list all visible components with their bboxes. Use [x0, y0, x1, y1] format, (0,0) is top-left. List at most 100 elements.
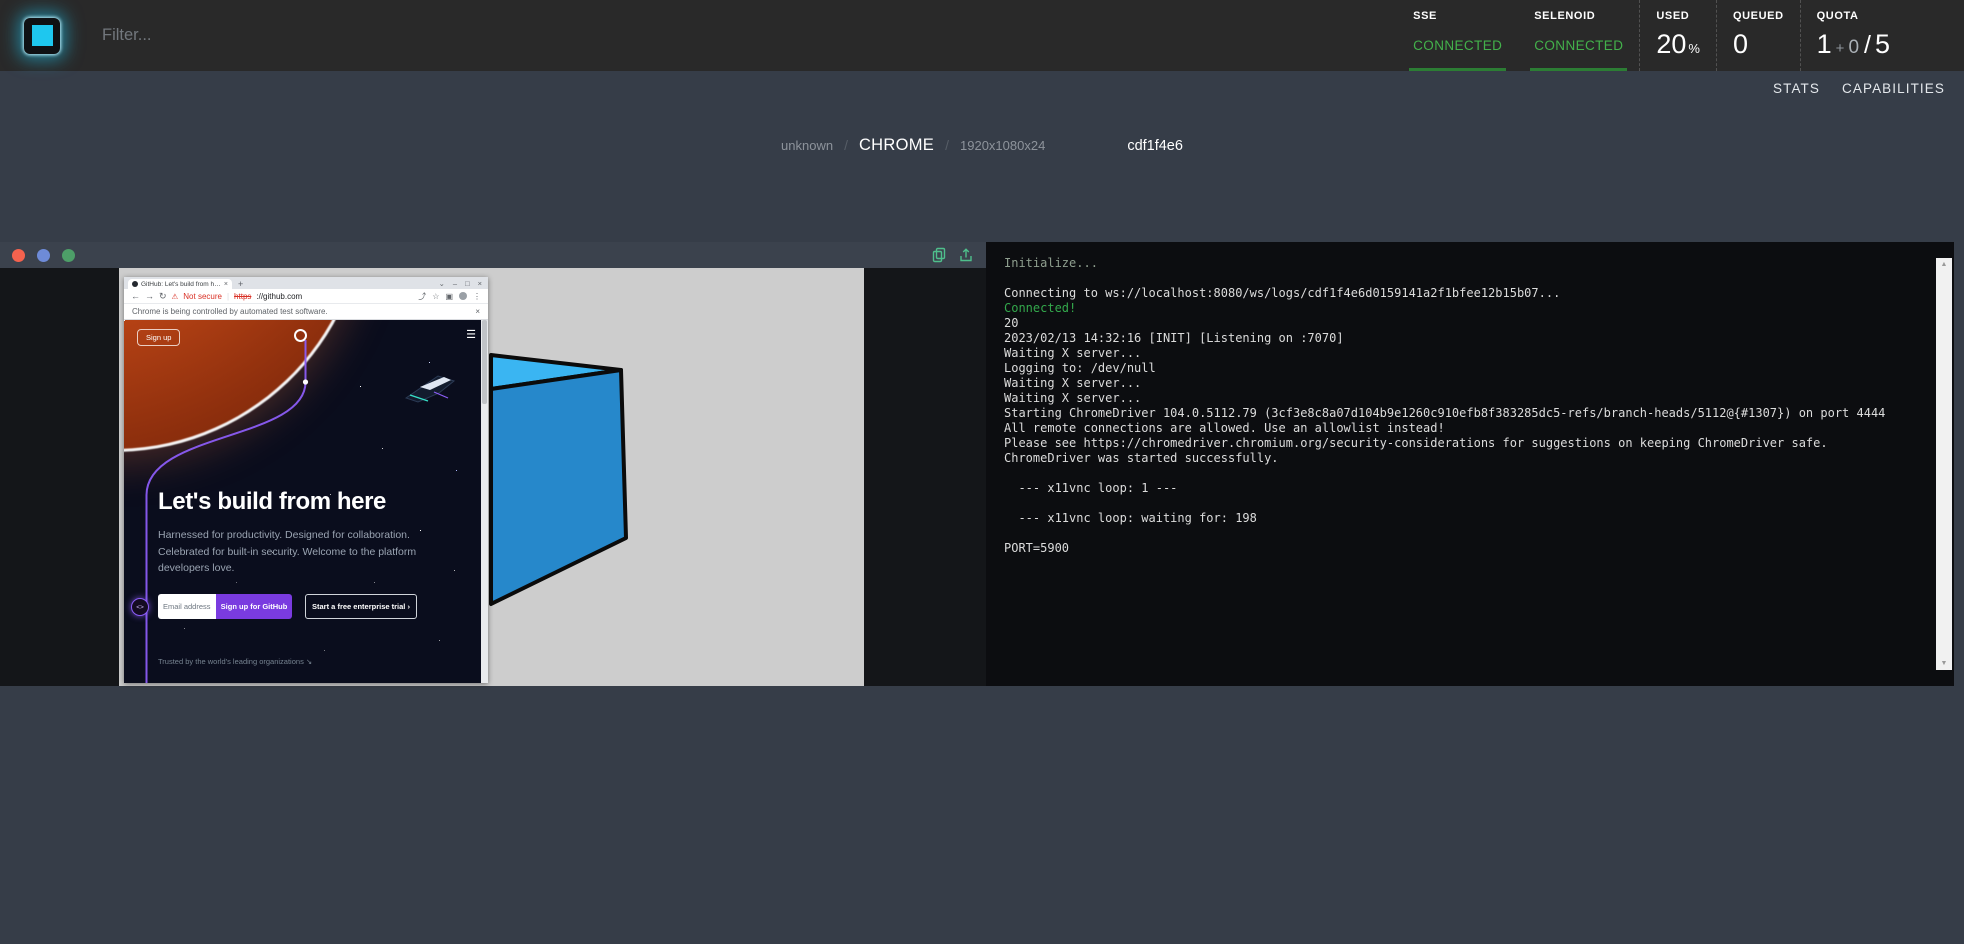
- new-tab-button[interactable]: +: [238, 279, 243, 289]
- session-resolution: 1920x1080x24: [960, 138, 1045, 153]
- url-scheme: https: [234, 292, 251, 301]
- address-bar-actions: ⤴ ☆ ▣ ⋮: [418, 291, 481, 302]
- tab-stats[interactable]: STATS: [1773, 81, 1820, 96]
- quota-current: 1: [1817, 30, 1832, 60]
- browser-tab-strip: GitHub: Let's build from he... × + ⌄ – □…: [124, 277, 488, 289]
- tab-capabilities[interactable]: CAPABILITIES: [1842, 81, 1945, 96]
- logo-square: [32, 25, 53, 46]
- stat-sse: SSE CONNECTED: [1397, 0, 1518, 71]
- url-host[interactable]: ://github.com: [256, 292, 302, 301]
- share-icon[interactable]: ⤴: [418, 291, 426, 302]
- section-tabs: STATS CAPABILITIES: [0, 71, 1964, 106]
- not-secure-label: Not secure: [183, 292, 222, 301]
- scroll-down-arrow-icon[interactable]: ▼: [1936, 660, 1952, 667]
- selenoid-ui-app: SSE CONNECTED SELENOID CONNECTED USED 20…: [0, 0, 1964, 944]
- more-menu-icon[interactable]: ⋮: [473, 292, 481, 301]
- scrollbar-thumb[interactable]: [482, 320, 487, 404]
- traffic-light-blue-button[interactable]: [37, 249, 50, 262]
- side-panel-icon[interactable]: ▣: [445, 292, 453, 301]
- github-signup-button[interactable]: Sign up: [137, 329, 180, 346]
- log-line: [1004, 271, 1914, 286]
- email-field[interactable]: [158, 594, 216, 619]
- log-line: PORT=5900: [1004, 541, 1914, 556]
- quota-pending: 0: [1848, 38, 1859, 59]
- github-hero-paragraph: Harnessed for productivity. Designed for…: [158, 527, 454, 577]
- session-browser-name: CHROME: [859, 136, 934, 155]
- infobar-close-icon[interactable]: ×: [475, 307, 480, 316]
- browser-tab[interactable]: GitHub: Let's build from he... ×: [128, 279, 232, 289]
- github-hero-heading: Let's build from here: [158, 488, 386, 516]
- github-logo-icon[interactable]: [294, 329, 307, 342]
- tab-close-icon[interactable]: ×: [224, 281, 228, 288]
- used-label: USED: [1656, 10, 1700, 22]
- security-warning-icon: ⚠: [172, 292, 179, 301]
- vnc-toolbar-actions: [932, 247, 974, 263]
- github-page: Sign up ☰ Let's build from here Harnesse…: [124, 320, 488, 683]
- status-stats: SSE CONNECTED SELENOID CONNECTED USED 20…: [1397, 0, 1906, 71]
- remote-page-scrollbar[interactable]: [481, 320, 488, 683]
- bookmark-star-icon[interactable]: ☆: [432, 292, 439, 301]
- reload-icon[interactable]: ↻: [159, 291, 167, 302]
- copy-icon[interactable]: [932, 247, 947, 263]
- browser-tab-title: GitHub: Let's build from he...: [141, 281, 221, 288]
- quota-plus: +: [1836, 41, 1845, 58]
- automation-infobar: Chrome is being controlled by automated …: [124, 304, 488, 320]
- sse-label: SSE: [1413, 10, 1502, 22]
- code-icon: <>: [131, 598, 149, 616]
- log-line: Initialize...: [1004, 256, 1914, 271]
- quota-total: 5: [1875, 30, 1890, 60]
- queued-value: 0: [1733, 30, 1784, 60]
- vnc-toolbar: [0, 242, 986, 268]
- vnc-remote-screen[interactable]: GitHub: Let's build from he... × + ⌄ – □…: [119, 268, 864, 686]
- window-chevron-icon[interactable]: ⌄: [439, 279, 445, 288]
- back-icon[interactable]: ←: [131, 291, 140, 301]
- log-line: [1004, 466, 1914, 481]
- forward-icon[interactable]: →: [145, 291, 154, 301]
- filter-input[interactable]: [102, 26, 422, 45]
- used-unit: %: [1688, 42, 1700, 56]
- stat-selenoid: SELENOID CONNECTED: [1518, 0, 1639, 71]
- traffic-light-green-button[interactable]: [62, 249, 75, 262]
- session-separator: /: [945, 137, 949, 153]
- vnc-panel: GitHub: Let's build from he... × + ⌄ – □…: [0, 242, 986, 686]
- profile-avatar[interactable]: [459, 292, 467, 300]
- log-line: All remote connections are allowed. Use …: [1004, 421, 1914, 436]
- session-log-panel: Initialize... Connecting to ws://localho…: [986, 242, 1954, 686]
- upload-icon[interactable]: [958, 247, 974, 263]
- log-line: --- x11vnc loop: waiting for: 198: [1004, 511, 1914, 526]
- window-close-icon[interactable]: ×: [478, 279, 482, 288]
- selenoid-ui-logo-icon[interactable]: [24, 18, 60, 54]
- used-number: 20: [1656, 30, 1686, 60]
- traffic-light-red-button[interactable]: [12, 249, 25, 262]
- window-minimize-icon[interactable]: –: [453, 279, 457, 288]
- quota-label: QUOTA: [1817, 10, 1890, 22]
- used-value: 20 %: [1656, 30, 1700, 60]
- log-line: [1004, 526, 1914, 541]
- selenoid-label: SELENOID: [1534, 10, 1623, 22]
- hamburger-menu-icon[interactable]: ☰: [466, 328, 476, 341]
- log-line: --- x11vnc loop: 1 ---: [1004, 481, 1914, 496]
- quota-value: 1 + 0 / 5: [1817, 30, 1890, 60]
- spaceship-graphic: [404, 368, 456, 416]
- log-line: Starting ChromeDriver 104.0.5112.79 (3cf…: [1004, 406, 1914, 421]
- log-line: [1004, 496, 1914, 511]
- remote-browser-window: GitHub: Let's build from he... × + ⌄ – □…: [124, 277, 488, 683]
- log-scrollbar[interactable]: ▲ ▼: [1936, 258, 1952, 670]
- session-row[interactable]: unknown / CHROME / 1920x1080x24 cdf1f4e6: [0, 136, 1964, 155]
- quota-slash: /: [1864, 32, 1871, 60]
- session-id: cdf1f4e6: [1127, 138, 1183, 154]
- window-maximize-icon[interactable]: □: [465, 279, 470, 288]
- top-bar: SSE CONNECTED SELENOID CONNECTED USED 20…: [0, 0, 1964, 71]
- log-line: Waiting X server...: [1004, 376, 1914, 391]
- browser-address-bar: ← → ↻ ⚠ Not secure | https ://github.com…: [124, 289, 488, 304]
- stat-used: USED 20 %: [1639, 0, 1716, 71]
- log-line: Logging to: /dev/null: [1004, 361, 1914, 376]
- log-output: Initialize... Connecting to ws://localho…: [1004, 256, 1914, 680]
- log-line: 2023/02/13 14:32:16 [INIT] [Listening on…: [1004, 331, 1914, 346]
- signup-for-github-button[interactable]: Sign up for GitHub: [216, 594, 292, 619]
- log-line: 20: [1004, 316, 1914, 331]
- enterprise-trial-button[interactable]: Start a free enterprise trial ›: [305, 594, 417, 619]
- infobar-text: Chrome is being controlled by automated …: [132, 307, 328, 316]
- log-line: Please see https://chromedriver.chromium…: [1004, 436, 1914, 451]
- scroll-up-arrow-icon[interactable]: ▲: [1936, 261, 1952, 268]
